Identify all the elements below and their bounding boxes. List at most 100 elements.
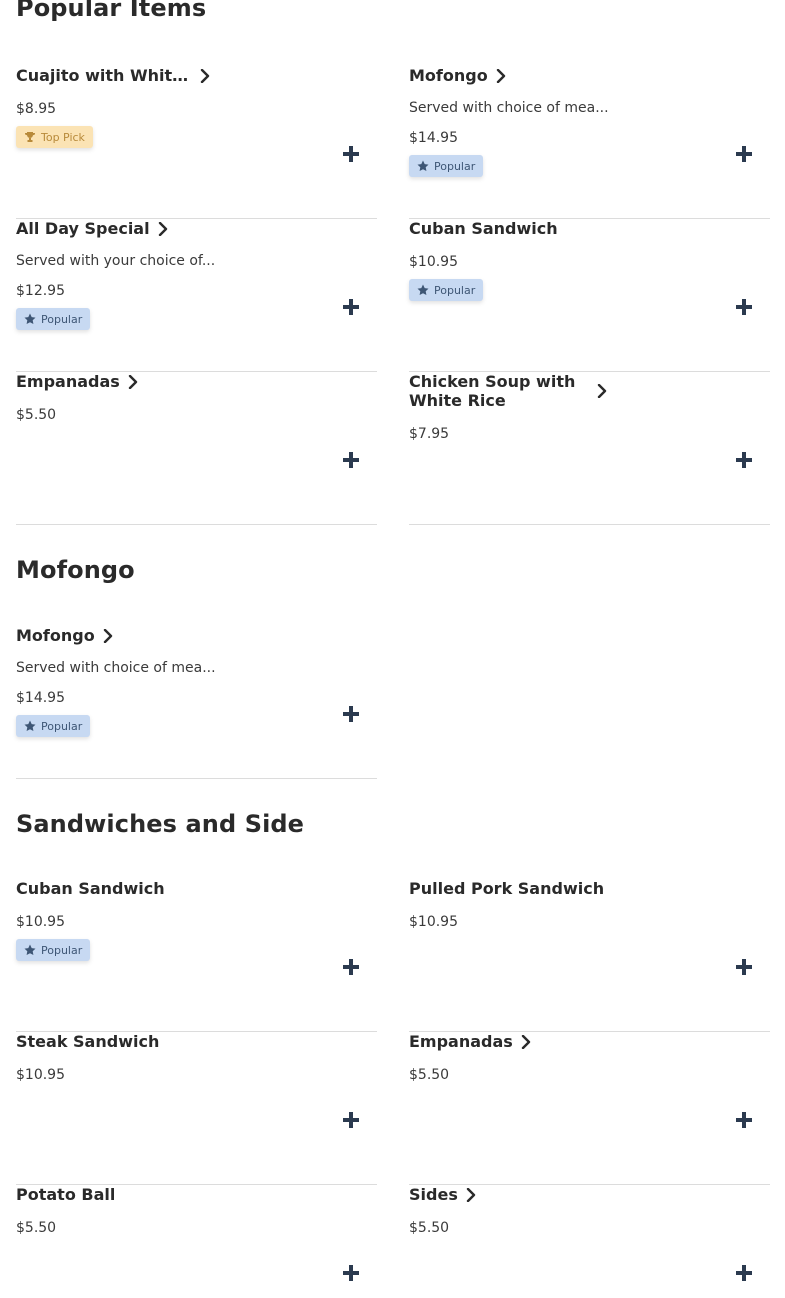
- badge-label: Popular: [41, 719, 83, 733]
- menu-item-card[interactable]: Sides $5.50: [409, 1185, 770, 1298]
- menu-item-card[interactable]: Pulled Pork Sandwich $10.95: [409, 879, 770, 1032]
- popular-badge: Popular: [16, 715, 91, 737]
- add-to-cart-button[interactable]: [341, 706, 361, 726]
- chevron-right-icon: [466, 1187, 476, 1202]
- plus-icon: [735, 1264, 753, 1286]
- item-name-row[interactable]: Cuban Sandwich: [409, 219, 558, 238]
- plus-icon: [342, 1111, 360, 1133]
- item-price: $12.95: [16, 283, 65, 299]
- item-name-row[interactable]: Steak Sandwich: [16, 1032, 159, 1051]
- star-icon: [417, 284, 429, 296]
- item-price: $10.95: [16, 914, 65, 930]
- item-name-row[interactable]: Empanadas: [16, 372, 138, 391]
- plus-icon: [342, 298, 360, 320]
- plus-icon: [342, 451, 360, 473]
- item-price: $8.95: [16, 101, 57, 117]
- item-name-row[interactable]: Cuban Sandwich: [16, 879, 165, 898]
- add-to-cart-button[interactable]: [341, 299, 361, 319]
- add-to-cart-button[interactable]: [734, 146, 754, 166]
- menu-item-card[interactable]: Cuban Sandwich $10.95 Popular: [16, 879, 377, 1032]
- add-to-cart-button[interactable]: [341, 1112, 361, 1132]
- popular-badge: Popular: [16, 939, 91, 961]
- badge-label: Popular: [434, 159, 476, 173]
- chevron-right-icon: [521, 1034, 531, 1049]
- item-price: $10.95: [409, 254, 458, 270]
- badge-label: Popular: [434, 283, 476, 297]
- chevron-right-icon: [103, 628, 113, 643]
- plus-icon: [735, 298, 753, 320]
- chevron-right-icon: [200, 68, 210, 83]
- menu-item-card[interactable]: Potato Ball $5.50: [16, 1185, 377, 1298]
- item-name: Mofongo: [409, 66, 488, 85]
- menu-item-card[interactable]: Steak Sandwich $10.95: [16, 1032, 377, 1185]
- item-name: Pulled Pork Sandwich: [409, 879, 605, 898]
- item-name: Chicken Soup with White Rice: [409, 372, 576, 410]
- item-name: Empanadas: [16, 372, 120, 391]
- item-price: $5.50: [16, 1220, 57, 1236]
- item-price: $10.95: [409, 914, 458, 930]
- item-name: Mofongo: [16, 626, 95, 645]
- item-name: Potato Ball: [16, 1185, 116, 1204]
- plus-icon: [735, 145, 753, 167]
- plus-icon: [342, 145, 360, 167]
- plus-icon: [735, 1111, 753, 1133]
- popular-badge: Popular: [409, 155, 484, 177]
- plus-icon: [342, 705, 360, 727]
- chevron-right-icon: [128, 374, 138, 389]
- badge-label: Popular: [41, 312, 83, 326]
- item-name-row[interactable]: Pulled Pork Sandwich: [409, 879, 604, 898]
- item-name-row[interactable]: All Day Special: [16, 219, 168, 238]
- add-to-cart-button[interactable]: [341, 1265, 361, 1285]
- item-name: Cuban Sandwich: [409, 219, 558, 238]
- chevron-right-icon: [597, 384, 607, 398]
- item-price: $14.95: [409, 130, 458, 146]
- item-name-row[interactable]: Mofongo: [409, 66, 506, 85]
- add-to-cart-button[interactable]: [734, 299, 754, 319]
- add-to-cart-button[interactable]: [734, 959, 754, 979]
- add-to-cart-button[interactable]: [341, 146, 361, 166]
- item-description: Served with choice of mea...: [16, 660, 216, 676]
- add-to-cart-button[interactable]: [341, 452, 361, 472]
- menu-item-card[interactable]: Mofongo Served with choice of mea... $14…: [409, 66, 770, 219]
- star-icon: [417, 160, 429, 172]
- item-price: $5.50: [409, 1067, 450, 1083]
- popular-badge: Popular: [16, 308, 91, 330]
- add-to-cart-button[interactable]: [341, 959, 361, 979]
- section-title-sandwiches-and-side: Sandwiches and Side: [16, 810, 305, 838]
- section-title-mofongo: Mofongo: [16, 556, 135, 584]
- trophy-icon: [24, 131, 36, 143]
- top-pick-badge: Top Pick: [16, 126, 93, 148]
- item-name: Cuban Sandwich: [16, 879, 165, 898]
- item-price: $5.50: [16, 407, 57, 423]
- item-name-row[interactable]: Potato Ball: [16, 1185, 115, 1204]
- menu-item-card[interactable]: Mofongo Served with choice of mea... $14…: [16, 626, 377, 779]
- item-name-row[interactable]: Cuajito with White...: [16, 66, 210, 85]
- menu-item-card[interactable]: Cuajito with White... $8.95 Top Pick: [16, 66, 377, 219]
- item-name-row[interactable]: Chicken Soup with White Rice: [409, 372, 607, 410]
- item-description: Served with choice of mea...: [409, 100, 609, 116]
- item-price: $7.95: [409, 426, 450, 442]
- add-to-cart-button[interactable]: [734, 1112, 754, 1132]
- item-name-row[interactable]: Mofongo: [16, 626, 113, 645]
- item-name-row[interactable]: Sides: [409, 1185, 476, 1204]
- menu-item-card[interactable]: Chicken Soup with White Rice $7.95: [409, 372, 770, 525]
- item-price: $14.95: [16, 690, 65, 706]
- chevron-right-icon: [158, 221, 168, 236]
- star-icon: [24, 944, 36, 956]
- menu-item-card[interactable]: Empanadas $5.50: [409, 1032, 770, 1185]
- plus-icon: [735, 958, 753, 980]
- plus-icon: [735, 451, 753, 473]
- item-name: All Day Special: [16, 219, 150, 238]
- item-name: Empanadas: [409, 1032, 513, 1051]
- popular-badge: Popular: [409, 279, 484, 301]
- plus-icon: [342, 1264, 360, 1286]
- add-to-cart-button[interactable]: [734, 1265, 754, 1285]
- item-name-row[interactable]: Empanadas: [409, 1032, 531, 1051]
- menu-item-card[interactable]: Cuban Sandwich $10.95 Popular: [409, 219, 770, 372]
- item-description: Served with your choice of...: [16, 253, 216, 269]
- menu-item-card[interactable]: Empanadas $5.50: [16, 372, 377, 525]
- menu-page: Popular Items Cuajito with White... $8.9…: [0, 0, 785, 1298]
- add-to-cart-button[interactable]: [734, 452, 754, 472]
- section-title-popular-items: Popular Items: [16, 0, 207, 22]
- menu-item-card[interactable]: All Day Special Served with your choice …: [16, 219, 377, 372]
